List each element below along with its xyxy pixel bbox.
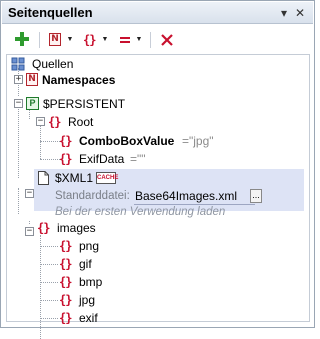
exifdata-label: ExifData xyxy=(79,152,125,166)
namespace-icon: N xyxy=(49,33,61,46)
delete-button[interactable] xyxy=(158,31,176,49)
namespace-icon: N xyxy=(26,73,38,86)
sources-root-icon xyxy=(11,57,25,71)
tree-connector xyxy=(29,221,30,224)
add-namespace-button[interactable]: N xyxy=(48,31,64,49)
close-icon[interactable]: ✕ xyxy=(293,6,307,20)
tree-connector xyxy=(40,159,60,160)
equals-icon xyxy=(120,37,130,43)
element-icon: {} xyxy=(37,221,50,235)
comboboxvalue-label: ComboBoxValue xyxy=(79,134,175,148)
panel-titlebar: Seitenquellen ▾ ✕ xyxy=(2,2,313,24)
child-label: png xyxy=(79,239,100,253)
browse-file-button[interactable]: ... xyxy=(250,189,262,203)
element-icon: {} xyxy=(48,115,61,129)
attribute-dropdown-caret[interactable]: ▼ xyxy=(135,34,143,46)
exifdata-value: ="" xyxy=(130,152,146,166)
element-icon: {} xyxy=(59,239,72,253)
toolbar-separator xyxy=(150,32,151,48)
images-label: images xyxy=(57,221,96,235)
element-icon: {} xyxy=(59,134,72,148)
tree-connector xyxy=(40,282,58,283)
delete-x-icon xyxy=(161,34,173,46)
element-icon: {} xyxy=(59,257,72,271)
tree-connector xyxy=(40,235,41,339)
tree-connector xyxy=(40,300,58,301)
element-icon: {} xyxy=(59,311,72,325)
collapse-root-toggle[interactable]: − xyxy=(36,117,45,126)
tree-connector xyxy=(40,246,58,247)
namespaces-label: Namespaces xyxy=(42,73,116,87)
add-attribute-button[interactable] xyxy=(118,31,132,49)
collapse-xml1-toggle[interactable]: − xyxy=(25,189,34,198)
tree-connector xyxy=(18,102,19,178)
child-label: bmp xyxy=(79,275,103,289)
xml1-label: $XML1 xyxy=(55,171,94,185)
tree-connector xyxy=(40,318,58,319)
tree-connector xyxy=(40,264,58,265)
element-dropdown-caret[interactable]: ▼ xyxy=(101,34,109,46)
cache-badge: CACHE xyxy=(96,172,118,184)
persistent-icon: P xyxy=(26,97,39,110)
toolbar: N ▼ {} ▼ ▼ xyxy=(2,24,313,54)
add-element-button[interactable]: {} xyxy=(82,31,100,49)
element-icon: {} xyxy=(59,293,72,307)
sources-tree: Quellen + N Namespaces − P $PERSISTENT −… xyxy=(6,54,310,339)
child-label: exif xyxy=(79,311,98,325)
collapse-images-toggle[interactable]: − xyxy=(25,227,34,236)
tree-connector xyxy=(40,141,60,142)
child-label: gif xyxy=(79,257,92,271)
panel-title: Seitenquellen xyxy=(8,5,93,20)
pin-dropdown-icon[interactable]: ▾ xyxy=(277,6,291,20)
element-icon: {} xyxy=(83,33,96,47)
expand-namespaces-toggle[interactable]: + xyxy=(14,75,23,84)
comboboxvalue-value: ="jpg" xyxy=(182,134,214,148)
page-sources-panel: Seitenquellen ▾ ✕ N ▼ {} ▼ ▼ Quellen + N… xyxy=(0,0,315,339)
tree-connector xyxy=(40,126,41,159)
persistent-label: $PERSISTENT xyxy=(43,97,126,111)
collapse-persistent-toggle[interactable]: − xyxy=(14,99,23,108)
file-icon xyxy=(38,171,49,185)
child-label: jpg xyxy=(79,293,96,307)
tree-connector xyxy=(29,110,30,119)
root-label: Root xyxy=(68,115,94,129)
plus-icon xyxy=(15,32,29,46)
element-icon: {} xyxy=(59,275,72,289)
add-source-button[interactable] xyxy=(13,31,31,49)
namespace-dropdown-caret[interactable]: ▼ xyxy=(66,34,74,46)
toolbar-separator xyxy=(39,32,40,48)
element-icon: {} xyxy=(59,152,72,166)
tree-connector xyxy=(18,188,19,214)
